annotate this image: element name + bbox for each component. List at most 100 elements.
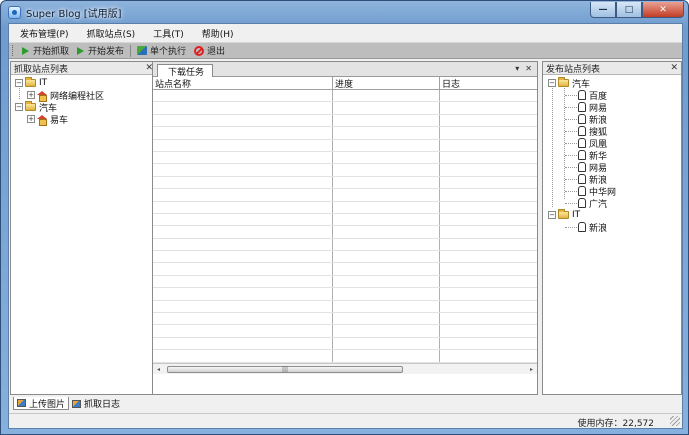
table-row[interactable] — [153, 251, 537, 264]
tree-node-site[interactable]: 中华网 — [543, 185, 681, 198]
site-icon — [578, 90, 586, 100]
site-icon — [578, 198, 586, 208]
tree-node-site[interactable]: + 网络编程社区 — [11, 89, 156, 102]
column-header-site[interactable]: 站点名称 — [153, 77, 333, 90]
start-publish-label: 开始发布 — [88, 47, 125, 57]
collapse-icon[interactable]: − — [15, 103, 23, 111]
scroll-thumb[interactable]: ||| — [167, 365, 403, 373]
tree-node-site[interactable]: + 易车 — [11, 113, 156, 126]
site-icon — [578, 162, 586, 172]
expand-icon[interactable]: + — [27, 91, 35, 99]
table-row[interactable] — [153, 102, 537, 115]
maximize-button[interactable]: □ — [616, 2, 642, 18]
close-icon[interactable]: ✕ — [525, 64, 532, 73]
table-row[interactable] — [153, 139, 537, 152]
toolbar-grip[interactable] — [12, 45, 15, 56]
client-area: 发布管理(P) 抓取站点(S) 工具(T) 帮助(H) 开始抓取 开始发布 单个… — [8, 23, 683, 429]
table-row[interactable] — [153, 176, 537, 190]
menu-tools[interactable]: 工具(T) — [144, 27, 193, 40]
resize-grip-icon[interactable] — [670, 416, 680, 426]
table-row[interactable] — [153, 201, 537, 214]
tree-node-site[interactable]: 网易 — [543, 101, 681, 114]
exit-button[interactable]: 退出 — [190, 43, 229, 58]
home-icon — [37, 114, 47, 126]
scroll-track[interactable]: ||| — [164, 365, 526, 374]
close-button[interactable]: ✕ — [642, 2, 684, 18]
home-icon — [37, 90, 47, 102]
collapse-icon[interactable]: − — [15, 79, 23, 87]
tree-node-label: IT — [39, 78, 48, 88]
tree-node-label: 汽车 — [572, 79, 591, 90]
column-header-log[interactable]: 日志 — [440, 77, 537, 90]
table-row[interactable] — [153, 90, 537, 103]
minimize-button[interactable]: — — [590, 2, 616, 18]
crawl-sites-tree: − IT + 网络编程社区 − 汽车 + 易车 — [11, 75, 156, 126]
tab-crawl-log[interactable]: 抓取日志 — [69, 397, 123, 410]
table-row[interactable] — [153, 238, 537, 252]
task-grid[interactable] — [153, 90, 537, 363]
expand-icon[interactable]: + — [27, 115, 35, 123]
menu-publish[interactable]: 发布管理(P) — [9, 27, 77, 40]
table-row[interactable] — [153, 127, 537, 140]
dropdown-icon[interactable]: ▾ — [515, 64, 519, 73]
site-icon — [578, 126, 586, 136]
start-crawl-button[interactable]: 开始抓取 — [18, 43, 73, 58]
download-tasks-panel: 下载任务 ▾ ✕ 站点名称 进度 日志 ◂ ||| ▸ — [152, 61, 538, 395]
title-bar[interactable]: Super Blog [试用版] — □ ✕ — [1, 1, 689, 23]
table-row[interactable] — [153, 189, 537, 202]
tree-node-category[interactable]: − 汽车 — [543, 77, 681, 90]
menu-crawl-sites[interactable]: 抓取站点(S) — [77, 27, 144, 40]
start-publish-button[interactable]: 开始发布 — [73, 43, 128, 58]
tree-connector — [565, 154, 577, 156]
tree-node-site[interactable]: 百度 — [543, 89, 681, 102]
single-exec-button[interactable]: 单个执行 — [133, 43, 190, 58]
tree-connector — [565, 226, 577, 228]
table-row[interactable] — [153, 114, 537, 128]
scroll-right-button[interactable]: ▸ — [526, 364, 537, 375]
horizontal-scrollbar[interactable]: ◂ ||| ▸ — [153, 363, 537, 374]
table-row[interactable] — [153, 337, 537, 351]
tab-download-tasks[interactable]: 下载任务 — [157, 64, 214, 78]
close-icon[interactable]: ✕ — [670, 63, 678, 73]
column-header-progress[interactable]: 进度 — [333, 77, 440, 90]
play-icon — [77, 46, 85, 55]
log-icon — [72, 399, 82, 408]
table-row[interactable] — [153, 350, 537, 363]
tree-node-site[interactable]: 新浪 — [543, 221, 681, 234]
scroll-left-button[interactable]: ◂ — [153, 364, 164, 375]
table-row[interactable] — [153, 226, 537, 239]
tree-node-site[interactable]: 新浪 — [543, 113, 681, 126]
collapse-icon[interactable]: − — [548, 211, 556, 219]
table-row[interactable] — [153, 300, 537, 314]
menu-help[interactable]: 帮助(H) — [193, 27, 243, 40]
stop-icon — [194, 45, 205, 56]
tab-label: 下载任务 — [168, 67, 205, 78]
tree-connector — [565, 190, 577, 192]
tree-node-site[interactable]: 新浪 — [543, 173, 681, 186]
table-row[interactable] — [153, 288, 537, 301]
status-bar: 使用内存：22,572 — [9, 413, 682, 429]
tree-node-category[interactable]: − IT — [543, 209, 681, 221]
window-controls: — □ ✕ — [590, 2, 684, 18]
panel-title: 发布站点列表 — [546, 64, 601, 75]
app-icon[interactable] — [8, 5, 21, 19]
table-row[interactable] — [153, 313, 537, 326]
tree-node-site[interactable]: 搜狐 — [543, 125, 681, 138]
exit-label: 退出 — [207, 47, 226, 57]
table-row[interactable] — [153, 263, 537, 276]
table-row[interactable] — [153, 213, 537, 227]
tree-node-site[interactable]: 网易 — [543, 161, 681, 174]
table-row[interactable] — [153, 275, 537, 289]
table-row[interactable] — [153, 325, 537, 338]
table-row[interactable] — [153, 164, 537, 177]
tree-node-category[interactable]: − 汽车 — [11, 101, 156, 114]
tree-node-site[interactable]: 广汽 — [543, 197, 681, 210]
document-tab-bar: 下载任务 ▾ ✕ — [153, 62, 537, 78]
start-crawl-label: 开始抓取 — [33, 47, 70, 57]
table-row[interactable] — [153, 151, 537, 165]
tree-node-site[interactable]: 凤凰 — [543, 137, 681, 150]
tree-node-site[interactable]: 新华 — [543, 149, 681, 162]
tree-node-category[interactable]: − IT — [11, 77, 156, 89]
collapse-icon[interactable]: − — [548, 79, 556, 87]
tab-upload-images[interactable]: 上传图片 — [13, 397, 70, 410]
